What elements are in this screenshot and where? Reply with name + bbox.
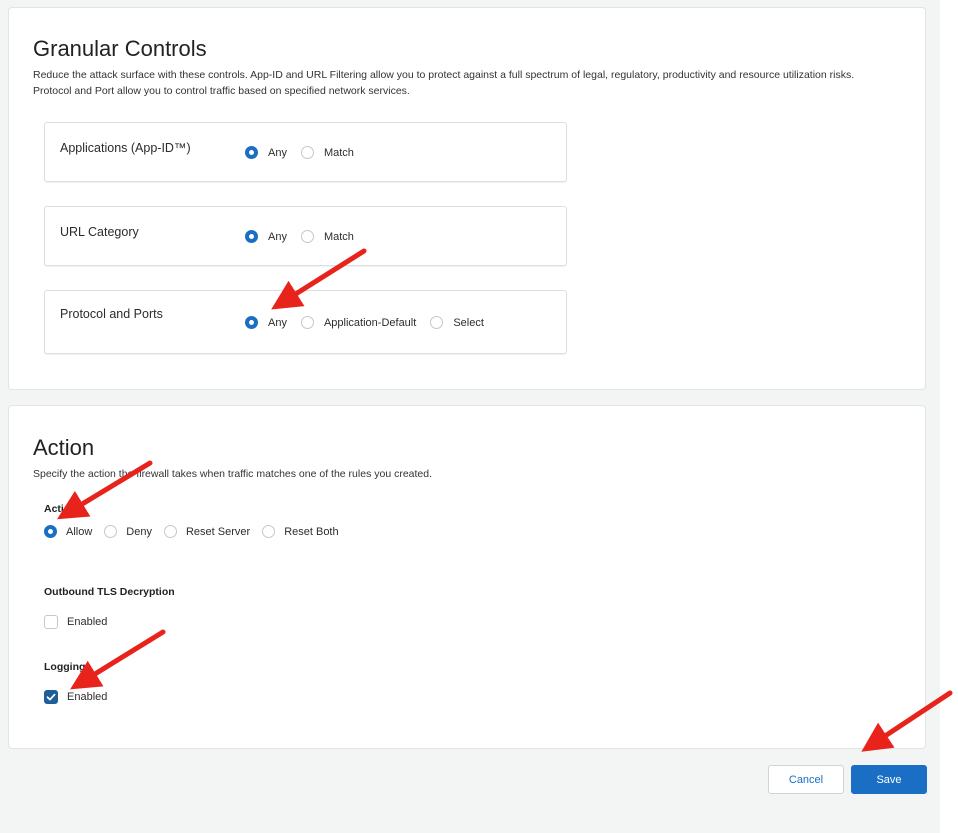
option-label: Match [323, 230, 354, 243]
radio-unselected-icon[interactable] [300, 230, 314, 243]
action-allow-option[interactable]: Allow [44, 525, 92, 538]
radio-unselected-icon[interactable] [430, 316, 444, 329]
granular-controls-title: Granular Controls [33, 36, 207, 61]
radio-selected-icon[interactable] [245, 230, 258, 243]
protocol-any-option[interactable]: Any [245, 316, 287, 329]
checkmark-icon [46, 693, 56, 701]
applications-match-option[interactable]: Match [300, 146, 354, 159]
option-label: Select [453, 316, 484, 329]
granular-controls-description: Reduce the attack surface with these con… [33, 69, 855, 97]
logging-enabled-label: Enabled [67, 691, 108, 703]
cancel-button[interactable]: Cancel [768, 765, 844, 794]
url-category-card: URL Category Any Match [44, 206, 567, 266]
option-label: Deny [126, 525, 152, 538]
logging-enabled-checkbox[interactable] [44, 690, 58, 704]
protocol-application-default-option[interactable]: Application-Default [300, 316, 417, 329]
protocol-ports-label: Protocol and Ports [60, 307, 163, 321]
radio-unselected-icon[interactable] [300, 316, 314, 329]
action-reset-server-option[interactable]: Reset Server [163, 525, 251, 538]
granular-controls-panel: Granular Controls Reduce the attack surf… [8, 7, 926, 390]
tls-enabled-row[interactable]: Enabled [44, 615, 107, 629]
radio-selected-icon[interactable] [44, 525, 57, 538]
protocol-ports-card: Protocol and Ports Any Application-Defau… [44, 290, 567, 354]
radio-unselected-icon[interactable] [300, 146, 314, 159]
option-label: Any [268, 146, 287, 159]
url-category-match-option[interactable]: Match [300, 230, 354, 243]
logging-label: Logging [44, 661, 86, 673]
radio-unselected-icon[interactable] [104, 525, 118, 538]
option-label: Allow [66, 525, 93, 538]
tls-enabled-checkbox[interactable] [44, 615, 58, 629]
applications-card: Applications (App-ID™) Any Match [44, 122, 567, 182]
applications-radio-group: Any Match [245, 146, 368, 159]
option-label: Match [323, 146, 354, 159]
radio-unselected-icon[interactable] [262, 525, 276, 538]
applications-any-option[interactable]: Any [245, 146, 287, 159]
option-label: Reset Server [185, 525, 251, 538]
action-description: Specify the action the firewall takes wh… [33, 468, 433, 480]
action-panel: Action Specify the action the firewall t… [8, 405, 926, 749]
radio-unselected-icon[interactable] [163, 525, 177, 538]
logging-enabled-row[interactable]: Enabled [44, 690, 107, 704]
url-category-any-option[interactable]: Any [245, 230, 287, 243]
action-reset-both-option[interactable]: Reset Both [262, 525, 339, 538]
save-button[interactable]: Save [851, 765, 927, 794]
url-category-label: URL Category [60, 225, 139, 239]
radio-selected-icon[interactable] [245, 146, 258, 159]
action-deny-option[interactable]: Deny [104, 525, 152, 538]
tls-enabled-label: Enabled [67, 616, 108, 628]
protocol-ports-radio-group: Any Application-Default Select [245, 316, 498, 329]
option-label: Application-Default [323, 316, 417, 329]
protocol-select-option[interactable]: Select [430, 316, 484, 329]
option-label: Reset Both [284, 525, 339, 538]
radio-selected-icon[interactable] [245, 316, 258, 329]
action-radio-group: Allow Deny Reset Server Reset Both [44, 525, 351, 538]
tls-decryption-label: Outbound TLS Decryption [44, 586, 175, 598]
url-category-radio-group: Any Match [245, 230, 368, 243]
action-field-label: Action [44, 503, 77, 515]
option-label: Any [268, 230, 287, 243]
option-label: Any [268, 316, 287, 329]
action-title: Action [33, 435, 95, 460]
applications-label: Applications (App-ID™) [60, 141, 191, 155]
